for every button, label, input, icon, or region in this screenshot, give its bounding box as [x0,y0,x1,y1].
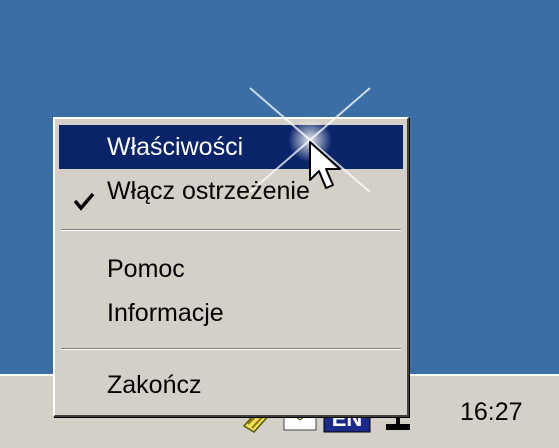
menu-item-label: Zakończ [107,371,202,399]
menu-item-about[interactable]: Informacje [59,291,403,335]
menu-item-exit[interactable]: Zakończ [59,363,403,407]
menu-item-enable-warning[interactable]: Włącz ostrzeżenie [59,169,403,213]
menu-item-help[interactable]: Pomoc [59,247,403,291]
menu-item-properties[interactable]: Właściwości [59,125,403,169]
checkmark-icon [73,181,95,211]
menu-separator [61,229,401,231]
tray-context-menu: Właściwości Włącz ostrzeżenie Pomoc Info… [53,117,409,417]
menu-separator [61,348,401,350]
menu-item-label: Włącz ostrzeżenie [107,177,310,205]
taskbar-clock[interactable]: 16:27 [460,392,550,432]
menu-item-label: Właściwości [107,133,244,161]
menu-item-label: Informacje [107,299,224,327]
desktop[interactable]: EN 16:27 Właściwości Włącz ostrzeżenie P… [0,0,559,448]
menu-item-label: Pomoc [107,255,185,283]
